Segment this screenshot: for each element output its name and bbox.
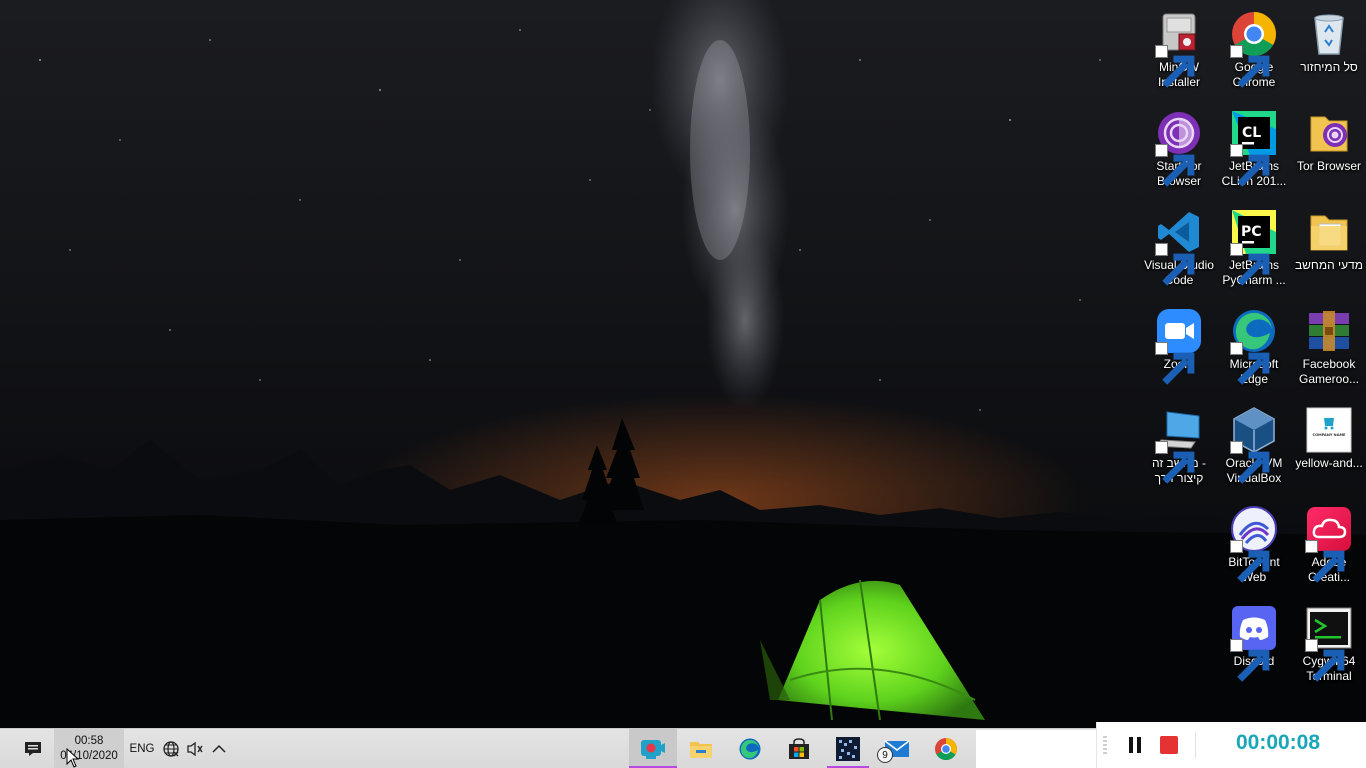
shortcut-arrow-icon	[1230, 144, 1270, 187]
folder-tor-icon	[1305, 109, 1353, 157]
milky-way	[650, 0, 790, 410]
dark-app-icon	[836, 737, 860, 761]
volume-button[interactable]	[184, 729, 206, 768]
desktop-icon-microsoft-edge[interactable]: Microsoft Edge	[1216, 301, 1292, 397]
shortcut-arrow-icon	[1230, 639, 1270, 682]
desktop-icon-tor-browser[interactable]: Tor Browser	[1291, 103, 1366, 199]
pause-icon	[1129, 737, 1141, 753]
cursor-arrow-icon	[66, 747, 80, 768]
desktop-icon-label: סל המיחזור	[1300, 60, 1358, 74]
desktop-icon-label: Tor Browser	[1296, 159, 1361, 173]
edge-icon	[1230, 307, 1278, 385]
taskbar-app-edge[interactable]	[726, 729, 774, 768]
recording-timer: 00:00:08	[1235, 731, 1321, 754]
taskbar-app-file-explorer[interactable]	[677, 729, 725, 768]
drag-handle[interactable]	[1103, 736, 1107, 756]
network-button[interactable]	[160, 729, 182, 768]
shortcut-arrow-icon	[1230, 441, 1270, 484]
vscode-icon	[1155, 208, 1203, 286]
taskbar-app-recorder[interactable]	[629, 729, 677, 768]
desktop-icon-adobe-creative-cloud[interactable]: Adobe Creati...	[1291, 499, 1366, 595]
desktop-icon-oracle-vm-virtualbox[interactable]: Oracle VM VirtualBox	[1216, 400, 1292, 496]
shortcut-arrow-icon	[1230, 243, 1270, 286]
mouse-cursor	[66, 747, 80, 768]
taskbar-app-store[interactable]	[775, 729, 823, 768]
thumbnail-company-name: COMPANY NAME	[1312, 433, 1346, 437]
shortcut-arrow-icon	[1230, 45, 1270, 88]
clock-button[interactable]: 00:58 04/10/2020	[54, 729, 124, 768]
folder-icon	[1305, 208, 1353, 256]
mingw-installer-icon	[1155, 10, 1203, 88]
show-hidden-icons-button[interactable]	[208, 729, 230, 768]
creative-cloud-icon	[1305, 505, 1353, 583]
desktop-icon-this-pc-shortcut[interactable]: מחשב זה - קיצור דרך	[1141, 400, 1217, 496]
shortcut-arrow-icon	[1305, 540, 1345, 583]
chrome-icon	[935, 738, 957, 760]
shortcut-arrow-icon	[1155, 441, 1195, 484]
volume-muted-icon	[187, 741, 203, 757]
pycharm-icon: PC	[1230, 208, 1278, 286]
cygwin-terminal-icon	[1305, 604, 1353, 682]
network-icon	[163, 741, 179, 757]
shortcut-arrow-icon	[1155, 243, 1195, 286]
mail-unread-badge: 9	[877, 747, 893, 763]
image-thumbnail-icon: COMPANY NAME	[1305, 406, 1353, 454]
chrome-icon	[1230, 10, 1278, 88]
recorder-backdrop	[976, 730, 1096, 768]
screen-recorder-toolbar: 00:00:08	[1096, 722, 1366, 768]
pine-trees	[578, 418, 644, 525]
virtualbox-icon	[1230, 406, 1278, 484]
desktop-icon-label: Facebook Gameroo...	[1298, 357, 1360, 386]
taskbar-app-dark[interactable]	[827, 729, 869, 768]
desktop-icon-computer-science-folder[interactable]: מדעי המחשב	[1291, 202, 1366, 298]
desktop-icon-jetbrains-pycharm[interactable]: PC JetBrains PyCharm ...	[1216, 202, 1292, 298]
desktop-icon-facebook-gameroom[interactable]: Facebook Gameroo...	[1291, 301, 1366, 397]
store-icon	[789, 738, 809, 759]
desktop-icon-jetbrains-clion[interactable]: CL JetBrains CLion 201...	[1216, 103, 1292, 199]
language-indicator[interactable]: ENG	[128, 729, 156, 768]
shortcut-arrow-icon	[1305, 639, 1345, 682]
desktop-icon-discord[interactable]: Discord	[1216, 598, 1292, 694]
desktop-icon-zoom[interactable]: Zoom	[1141, 301, 1217, 397]
edge-icon	[739, 738, 761, 760]
stop-button[interactable]	[1160, 736, 1178, 754]
tor-onion-icon	[1155, 109, 1203, 187]
desktop-icon-bittorrent-web[interactable]: BitTorrent Web	[1216, 499, 1292, 595]
zoom-icon	[1155, 307, 1203, 385]
computer-icon	[1155, 406, 1203, 484]
desktop-icon-cygwin64-terminal[interactable]: Cygwin64 Terminal	[1291, 598, 1366, 694]
desktop-icon-label: מדעי המחשב	[1294, 258, 1363, 272]
winrar-books-icon	[1305, 307, 1353, 355]
file-explorer-icon	[690, 742, 712, 758]
discord-icon	[1230, 604, 1278, 682]
chevron-up-icon	[212, 744, 226, 753]
action-center-icon	[25, 742, 41, 756]
clion-icon: CL	[1230, 109, 1278, 187]
action-center-button[interactable]	[16, 729, 50, 768]
desktop-icon-visual-studio-code[interactable]: Visual Studio Code	[1141, 202, 1217, 298]
taskbar-app-mail[interactable]: 9	[873, 729, 921, 768]
camera-recorder-icon	[641, 740, 665, 759]
shortcut-arrow-icon	[1230, 342, 1270, 385]
desktop-icon-recycle-bin[interactable]: סל המיחזור	[1291, 4, 1366, 100]
recycle-bin-icon	[1305, 10, 1353, 58]
shortcut-arrow-icon	[1155, 342, 1195, 385]
svg-text:PC: PC	[1241, 224, 1262, 240]
shortcut-arrow-icon	[1155, 144, 1195, 187]
divider	[1195, 732, 1196, 758]
desktop-icon-start-tor-browser[interactable]: Start Tor Browser	[1141, 103, 1217, 199]
svg-text:CL: CL	[1242, 125, 1261, 141]
pause-button[interactable]	[1125, 735, 1145, 755]
clock-time: 00:58	[74, 735, 104, 747]
desktop-icon-google-chrome[interactable]: Google Chrome	[1216, 4, 1292, 100]
taskbar-app-chrome[interactable]	[922, 729, 970, 768]
shortcut-arrow-icon	[1230, 540, 1270, 583]
desktop-icon-mingw-installer[interactable]: MinGW Installer	[1141, 4, 1217, 100]
desktop-icon-yellow-and[interactable]: COMPANY NAME yellow-and...	[1291, 400, 1366, 496]
shortcut-arrow-icon	[1155, 45, 1195, 88]
bittorrent-icon	[1230, 505, 1278, 583]
desktop-icon-label: yellow-and...	[1295, 456, 1363, 470]
